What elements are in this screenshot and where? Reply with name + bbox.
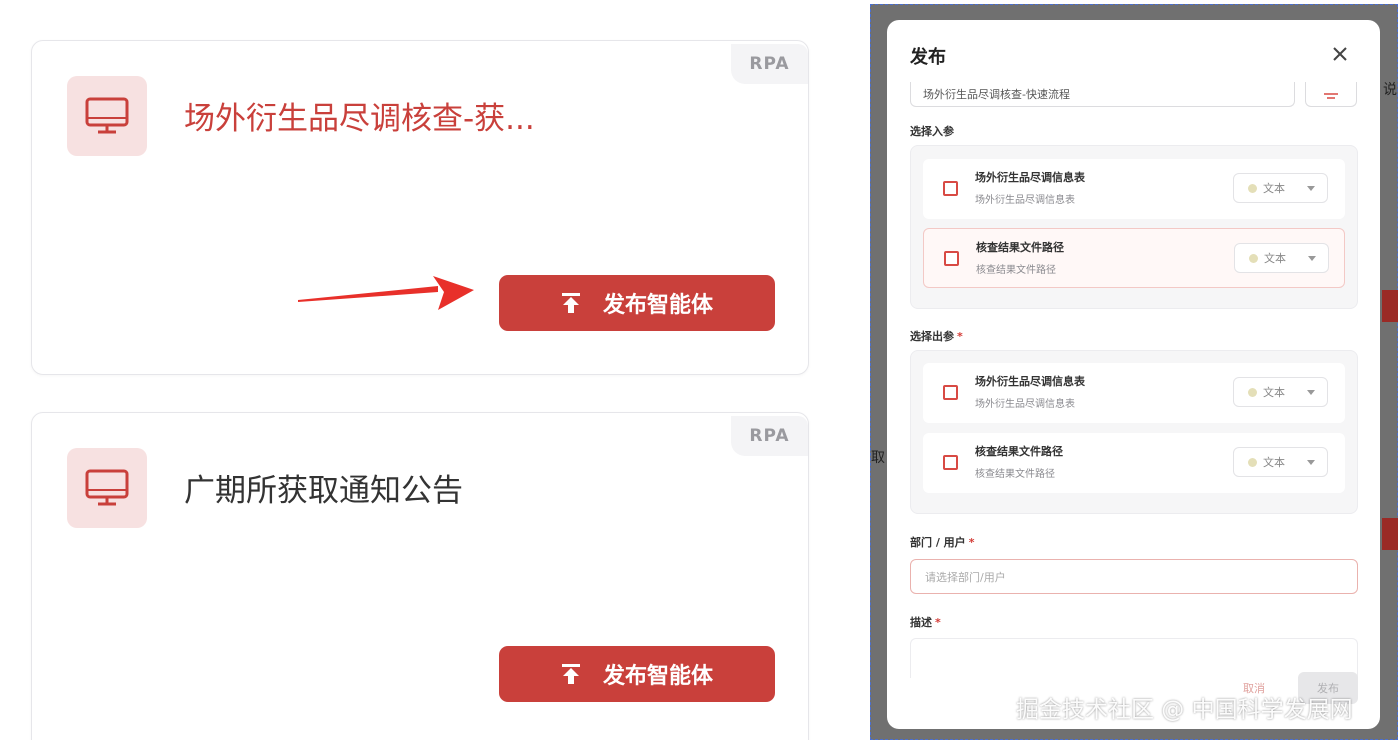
param-name: 核查结果文件路径 — [975, 445, 1063, 458]
param-row: 核查结果文件路径 核查结果文件路径 文本 — [923, 433, 1345, 493]
background-text-fragment: 说 — [1383, 82, 1397, 98]
param-row: 核查结果文件路径 核查结果文件路径 文本 — [923, 228, 1345, 288]
param-type-value: 文本 — [1263, 456, 1285, 469]
param-checkbox[interactable] — [943, 385, 958, 400]
param-desc: 核查结果文件路径 — [975, 469, 1055, 480]
annotation-arrow-icon — [298, 276, 474, 310]
param-row: 场外衍生品尽调信息表 场外衍生品尽调信息表 文本 — [923, 159, 1345, 219]
chevron-down-icon — [1307, 186, 1315, 191]
dept-user-select[interactable]: 请选择部门/用户 — [910, 559, 1358, 594]
input-params-group: 场外衍生品尽调信息表 场外衍生品尽调信息表 文本 核查结果文件路径 核查结果文件… — [910, 145, 1358, 309]
param-desc: 核查结果文件路径 — [976, 265, 1056, 276]
background-text-fragment: 取 — [871, 450, 885, 466]
card-title[interactable]: 场外衍生品尽调核查-获... — [184, 93, 535, 138]
publish-agent-label: 发布智能体 — [602, 664, 713, 689]
description-textarea[interactable] — [910, 638, 1358, 678]
type-dot-icon — [1249, 253, 1258, 263]
watermark: 掘金技术社区 @ 中国科学发展网 — [1016, 697, 1353, 723]
param-type-select[interactable]: 文本 — [1234, 243, 1329, 273]
param-name: 场外衍生品尽调信息表 — [975, 375, 1085, 388]
type-dot-icon — [1248, 457, 1257, 467]
background-button-fragment — [1382, 290, 1398, 322]
param-name: 核查结果文件路径 — [976, 241, 1064, 254]
publish-agent-button[interactable]: 发布智能体 — [499, 646, 775, 702]
param-type-value: 文本 — [1263, 386, 1285, 399]
param-desc: 场外衍生品尽调信息表 — [975, 195, 1075, 206]
rpa-badge: RPA — [731, 44, 808, 84]
upload-icon — [1324, 93, 1338, 99]
param-row: 场外衍生品尽调信息表 场外衍生品尽调信息表 文本 — [923, 363, 1345, 423]
publish-agent-button[interactable]: 发布智能体 — [499, 275, 775, 331]
param-type-value: 文本 — [1264, 252, 1286, 265]
card-title[interactable]: 广期所获取通知公告 — [184, 465, 463, 510]
param-type-value: 文本 — [1263, 182, 1285, 195]
param-checkbox[interactable] — [943, 181, 958, 196]
param-type-select[interactable]: 文本 — [1233, 377, 1328, 407]
publish-agent-label: 发布智能体 — [602, 293, 713, 318]
agent-card[interactable]: RPA 场外衍生品尽调核查-获... 发布智能体 — [31, 40, 809, 375]
dept-user-label: 部门 / 用户 * — [910, 536, 975, 549]
close-icon[interactable] — [1330, 44, 1350, 64]
screen: RPA 场外衍生品尽调核查-获... 发布智能体 RPA 广期所获取通知公告 发… — [0, 0, 1398, 740]
upload-icon — [561, 664, 580, 684]
publish-dialog: 发布 场外衍生品尽调核查-快速流程 选择入参 场外衍生品尽调信息表 场外衍生品尽… — [887, 20, 1380, 729]
agent-card[interactable]: RPA 广期所获取通知公告 发布智能体 — [31, 412, 809, 740]
param-name: 场外衍生品尽调信息表 — [975, 171, 1085, 184]
param-checkbox[interactable] — [943, 455, 958, 470]
type-dot-icon — [1248, 183, 1257, 193]
chevron-down-icon — [1307, 460, 1315, 465]
monitor-icon — [67, 76, 147, 156]
upload-icon — [561, 293, 580, 313]
name-action-button[interactable] — [1305, 82, 1357, 107]
input-params-label: 选择入参 — [910, 125, 954, 138]
monitor-icon — [67, 448, 147, 528]
type-dot-icon — [1248, 387, 1257, 397]
chevron-down-icon — [1307, 390, 1315, 395]
background-button-fragment — [1382, 518, 1398, 550]
description-label: 描述 * — [910, 616, 941, 629]
param-type-select[interactable]: 文本 — [1233, 173, 1328, 203]
output-params-group: 场外衍生品尽调信息表 场外衍生品尽调信息表 文本 核查结果文件路径 核查结果文件… — [910, 350, 1358, 514]
rpa-badge: RPA — [731, 416, 808, 456]
output-params-label: 选择出参 * — [910, 330, 963, 343]
chevron-down-icon — [1308, 256, 1316, 261]
param-type-select[interactable]: 文本 — [1233, 447, 1328, 477]
dialog-title: 发布 — [910, 47, 946, 68]
agent-name-input[interactable]: 场外衍生品尽调核查-快速流程 — [910, 82, 1295, 107]
param-checkbox[interactable] — [944, 251, 959, 266]
param-desc: 场外衍生品尽调信息表 — [975, 399, 1075, 410]
